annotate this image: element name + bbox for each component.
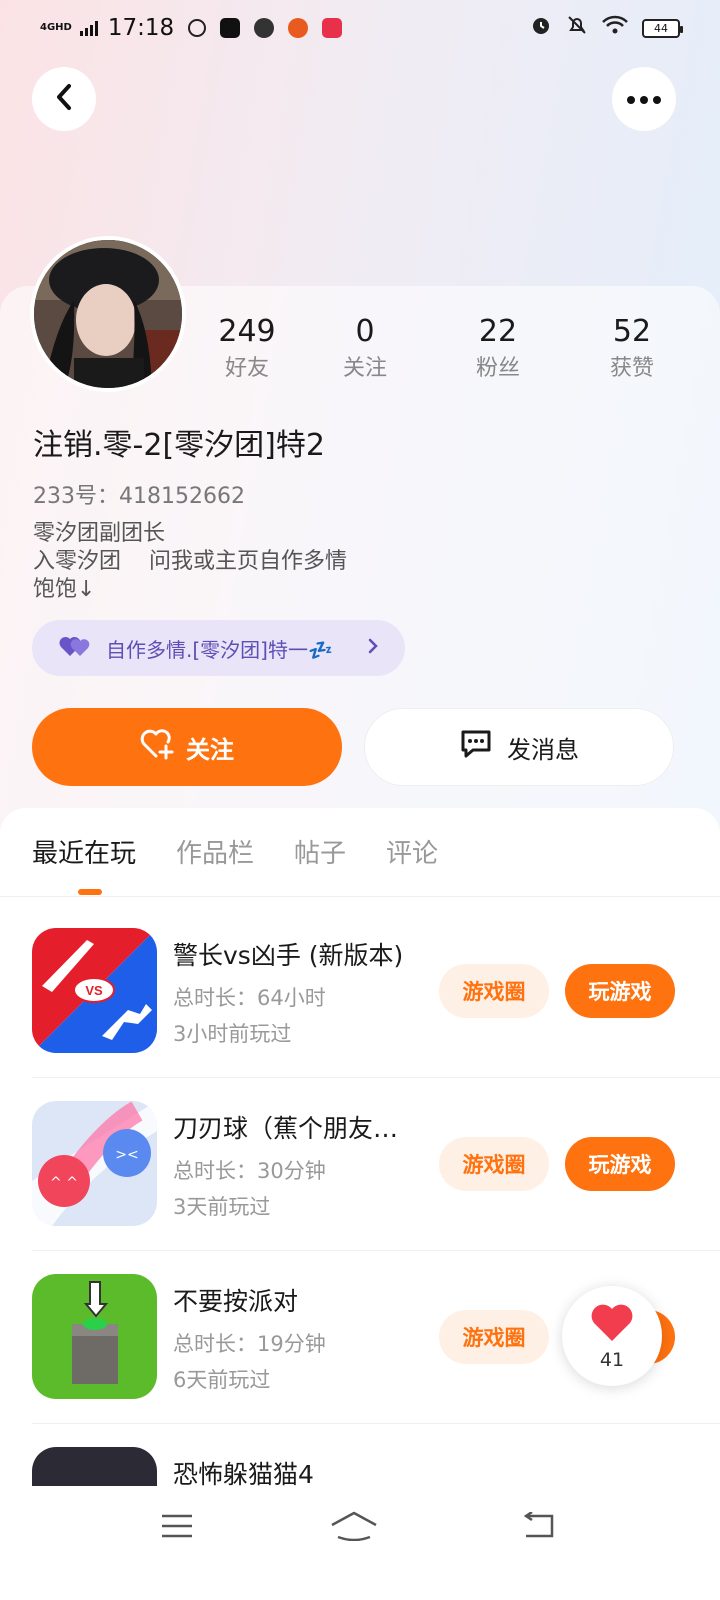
menu-nav-button[interactable]: [147, 1508, 207, 1548]
more-dots-icon: [626, 90, 662, 109]
profile-tabs: 最近在玩 作品栏 帖子 评论: [32, 834, 438, 874]
bio: 零汐团副团长 入零汐团 问我或主页自作多情 饱饱↓: [33, 520, 347, 604]
divider: [32, 1250, 720, 1251]
svg-text:VS: VS: [85, 983, 103, 998]
chat-bubble-icon: [459, 728, 493, 766]
stat-label: 粉丝: [475, 356, 520, 381]
stat-label: 获赞: [609, 356, 654, 381]
back-nav-button[interactable]: [508, 1508, 568, 1548]
game-circle-button[interactable]: 游戏圈: [439, 1310, 549, 1364]
stat-value: 22: [478, 314, 518, 349]
game-icon: [32, 1447, 157, 1487]
game-icon: ^ ^ ><: [32, 1101, 157, 1226]
send-message-button[interactable]: 发消息: [364, 708, 674, 786]
game-duration: 总时长：19分钟: [173, 1332, 326, 1356]
play-game-button[interactable]: 玩游戏: [565, 964, 675, 1018]
home-icon: [330, 1511, 378, 1545]
clock: 17:18: [107, 15, 175, 41]
more-options-button[interactable]: [612, 67, 676, 131]
stat-value: 0: [355, 314, 375, 349]
tab-comments[interactable]: 评论: [386, 834, 438, 874]
app-notification-icon: [188, 19, 207, 37]
svg-text:><: ><: [115, 1147, 138, 1163]
back-button[interactable]: [32, 67, 96, 131]
game-list-item[interactable]: VS 警长vs凶手 (新版本) 总时长：64小时 3小时前玩过 游戏圈 玩游戏: [0, 928, 720, 1102]
stat-fans[interactable]: 22 粉丝: [438, 312, 558, 386]
tiktok-notification-icon: [220, 18, 241, 38]
profile-stats: 249 好友 0 关注 22 粉丝 52 获赞: [190, 312, 710, 392]
game-title: 警长vs凶手 (新版本): [173, 941, 404, 970]
stat-friends[interactable]: 249 好友: [187, 312, 307, 386]
game-duration: 总时长：64小时: [173, 986, 326, 1010]
network-type: 4GHD: [40, 22, 72, 33]
game-duration: 总时长：30分钟: [173, 1159, 326, 1183]
stat-value: 52: [612, 314, 652, 349]
divider: [0, 896, 720, 897]
signal-icon: [79, 20, 98, 36]
svg-text:^ ^: ^ ^: [50, 1175, 78, 1191]
game-last-played: 3天前玩过: [173, 1195, 271, 1219]
like-count: 41: [599, 1349, 625, 1371]
game-last-played: 3小时前玩过: [173, 1022, 292, 1046]
menu-icon: [160, 1513, 194, 1543]
system-nav-bar: [0, 1486, 720, 1600]
shopping-notification-icon: [322, 18, 343, 38]
home-nav-button[interactable]: [324, 1508, 384, 1548]
heart-plus-icon: [140, 728, 174, 766]
play-game-button[interactable]: 玩游戏: [565, 1137, 675, 1191]
double-heart-icon: [58, 634, 92, 663]
game-icon: VS: [32, 928, 157, 1053]
tab-posts[interactable]: 帖子: [294, 834, 346, 874]
chevron-left-icon: [52, 82, 76, 116]
game-list-item[interactable]: 恐怖躲猫猫4: [0, 1447, 720, 1487]
stat-likes[interactable]: 52 获赞: [572, 312, 692, 386]
like-button[interactable]: 41: [562, 1286, 662, 1386]
alarm-icon: [530, 14, 552, 42]
wechat-notification-icon: [254, 18, 275, 38]
divider: [32, 1077, 720, 1078]
game-circle-button[interactable]: 游戏圈: [439, 964, 549, 1018]
heart-icon: [589, 1301, 635, 1347]
stat-label: 好友: [224, 356, 269, 381]
stat-value: 249: [218, 314, 276, 349]
follow-button[interactable]: 关注: [32, 708, 342, 786]
game-title: 刀刃球（蕉个朋友…: [173, 1114, 399, 1143]
bio-line: 入零汐团 问我或主页自作多情: [33, 549, 347, 574]
game-notification-icon: [288, 18, 309, 38]
battery-icon: 44: [642, 18, 683, 38]
message-label: 发消息: [507, 735, 579, 764]
stat-following[interactable]: 0 关注: [305, 312, 425, 386]
status-bar: 4GHD 17:18 44: [0, 0, 720, 56]
bio-line: 饱饱↓: [33, 577, 96, 602]
active-tab-indicator: [78, 889, 102, 895]
stat-label: 关注: [342, 356, 387, 381]
nickname: 注销.零-2[零汐团]特2: [33, 428, 325, 463]
follow-label: 关注: [186, 735, 234, 764]
game-circle-button[interactable]: 游戏圈: [439, 1137, 549, 1191]
game-list-item[interactable]: ^ ^ >< 刀刃球（蕉个朋友… 总时长：30分钟 3天前玩过 游戏圈 玩游戏: [0, 1101, 720, 1275]
mute-bell-icon: [566, 14, 588, 42]
game-icon: [32, 1274, 157, 1399]
chevron-right-icon: [367, 636, 379, 660]
tab-works[interactable]: 作品栏: [176, 834, 254, 874]
wifi-icon: [602, 15, 628, 41]
divider: [32, 1423, 720, 1424]
user-id: 233号：418152662: [33, 484, 245, 509]
game-title: 不要按派对: [173, 1287, 299, 1316]
game-title: 恐怖躲猫猫4: [173, 1460, 314, 1487]
game-last-played: 6天前玩过: [173, 1368, 271, 1392]
avatar[interactable]: [30, 236, 186, 392]
tab-recently-played[interactable]: 最近在玩: [32, 834, 136, 874]
tag-label: 自作多情.[零汐团]特一💤: [106, 637, 333, 662]
relationship-tag[interactable]: 自作多情.[零汐团]特一💤: [32, 620, 405, 676]
return-icon: [520, 1510, 556, 1544]
bio-line: 零汐团副团长: [33, 521, 166, 546]
